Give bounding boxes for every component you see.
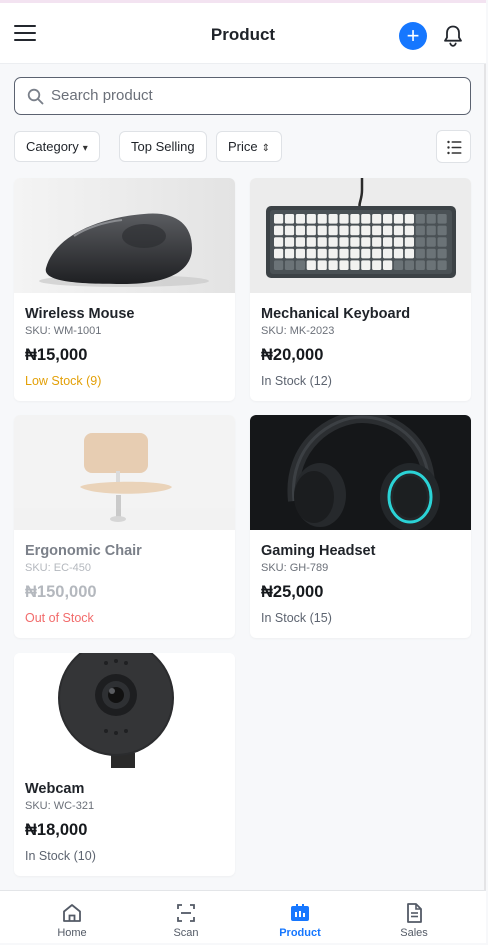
category-filter-chip[interactable]: Category ▾ [14,131,100,162]
product-card-gaming-headset[interactable]: Gaming Headset SKU: GH-789 ₦25,000 In St… [250,415,471,638]
price-sort-label: Price [228,139,258,154]
nav-label-sales: Sales [400,927,428,939]
product-sku: SKU: WC-321 [25,800,95,812]
nav-label-product: Product [279,927,321,939]
product-icon [291,904,309,921]
product-price: ₦18,000 [25,821,88,839]
product-image-headset [250,415,471,530]
list-view-toggle[interactable] [436,130,471,163]
nav-item-sales[interactable]: Sales [354,891,474,944]
product-image-webcam [14,653,235,768]
product-image-keyboard [250,178,471,293]
add-product-button[interactable]: + [399,22,427,50]
stock-status: In Stock (12) [261,374,332,388]
product-card-ergonomic-chair[interactable]: Ergonomic Chair SKU: EC-450 ₦150,000 Out… [14,415,235,638]
nav-item-home[interactable]: Home [12,891,132,944]
search-icon [27,88,44,105]
product-card-mechanical-keyboard[interactable]: Mechanical Keyboard SKU: MK-2023 ₦20,000… [250,178,471,401]
product-sku: SKU: GH-789 [261,562,329,574]
app-screen: Product + Category▾ Top Selling Price⇕ [0,0,486,943]
nav-item-scan[interactable]: Scan [126,891,246,944]
top-app-bar: Product + [0,0,486,64]
product-sku: SKU: WM-1001 [25,325,102,337]
stock-status: Out of Stock [25,611,94,625]
product-name: Mechanical Keyboard [261,306,411,322]
product-sku: SKU: MK-2023 [261,325,335,337]
sales-icon [407,903,422,923]
product-name: Ergonomic Chair [25,543,142,559]
category-filter-label: Category [26,139,79,154]
sort-arrows-icon: ⇕ [261,143,271,154]
product-card-wireless-mouse[interactable]: Wireless Mouse SKU: WM-1001 ₦15,000 Low … [14,178,235,401]
product-price: ₦150,000 [25,583,97,601]
bell-icon[interactable] [442,24,464,48]
top-selling-filter-chip[interactable]: Top Selling [119,131,207,162]
product-image-chair [14,415,235,530]
search-bar [14,77,471,115]
nav-label-home: Home [57,927,87,939]
product-price: ₦25,000 [261,583,324,601]
nav-label-scan: Scan [173,927,199,939]
search-input[interactable] [51,78,451,113]
stock-status: In Stock (15) [261,611,332,625]
home-icon [63,904,81,922]
price-sort-chip[interactable]: Price ⇕ [216,131,283,162]
stock-status: In Stock (10) [25,849,96,863]
chevron-down-icon: ▾ [82,143,88,154]
product-name: Webcam [25,781,85,797]
product-price: ₦20,000 [261,346,324,364]
list-view-icon [447,140,462,155]
top-selling-filter-label: Top Selling [131,139,195,154]
product-image-mouse [14,178,235,293]
product-price: ₦15,000 [25,346,88,364]
product-card-webcam[interactable]: Webcam SKU: WC-321 ₦18,000 In Stock (10) [14,653,235,876]
product-name: Wireless Mouse [25,306,135,322]
nav-item-product[interactable]: Product [240,891,360,944]
bottom-navigation: Home Scan Product Sales [0,890,486,943]
scan-icon [177,904,195,922]
product-name: Gaming Headset [261,543,376,559]
stock-status: Low Stock (9) [25,374,102,388]
product-sku: SKU: EC-450 [25,562,92,574]
